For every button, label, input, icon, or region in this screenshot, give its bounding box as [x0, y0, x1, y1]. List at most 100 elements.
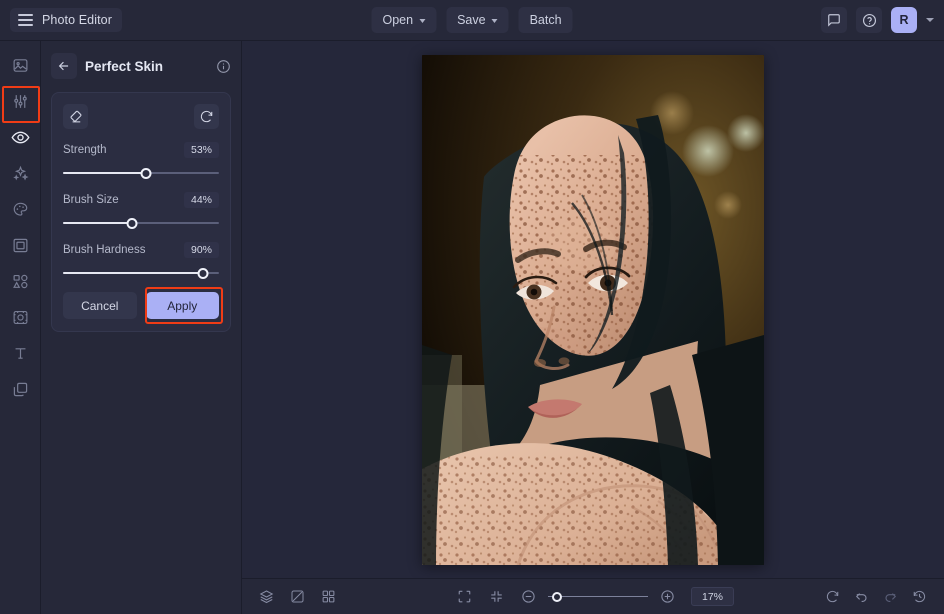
- brush-hardness-slider[interactable]: [63, 267, 219, 279]
- strength-slider-fill: [63, 172, 146, 174]
- feedback-button[interactable]: [821, 7, 847, 33]
- brush-hardness-control: Brush Hardness 90%: [63, 242, 219, 279]
- canvas-area: 17%: [242, 41, 944, 614]
- bottom-bar: 17%: [242, 578, 944, 614]
- zoom-slider[interactable]: [548, 591, 648, 603]
- strength-slider[interactable]: [63, 167, 219, 179]
- save-label: Save: [457, 13, 486, 27]
- account-chevron-down-icon[interactable]: [926, 18, 934, 22]
- grid-view-icon: [321, 589, 336, 604]
- strength-value: 53%: [184, 142, 219, 158]
- info-button[interactable]: [216, 59, 231, 74]
- app-menu-button[interactable]: Photo Editor: [10, 8, 122, 32]
- grid-view-button[interactable]: [316, 584, 341, 609]
- history-icon: [912, 589, 927, 604]
- hamburger-icon: [18, 14, 33, 26]
- fit-screen-icon: [457, 589, 472, 604]
- brush-size-slider-fill: [63, 222, 132, 224]
- actual-size-icon: [489, 589, 504, 604]
- apply-button[interactable]: Apply: [146, 292, 220, 319]
- reset-button[interactable]: [194, 104, 219, 129]
- sidebar-item-shapes[interactable]: [5, 266, 35, 296]
- top-right-actions: R: [821, 7, 934, 33]
- zoom-slider-knob[interactable]: [552, 592, 562, 602]
- avatar[interactable]: R: [891, 7, 917, 33]
- sidebar-item-overlay[interactable]: [5, 302, 35, 332]
- sidebar-item-layers[interactable]: [5, 374, 35, 404]
- eraser-icon: [68, 109, 83, 124]
- edited-photo[interactable]: [422, 55, 764, 565]
- eye-icon: [11, 128, 30, 147]
- text-icon: [12, 345, 29, 362]
- panel-actions: Cancel Apply: [63, 292, 219, 319]
- panel-header: Perfect Skin: [51, 51, 231, 81]
- image-canvas[interactable]: [242, 41, 944, 578]
- sidebar-item-image[interactable]: [5, 50, 35, 80]
- sparkles-icon: [12, 165, 29, 182]
- brush-size-slider[interactable]: [63, 217, 219, 229]
- sidebar-item-effects[interactable]: [5, 158, 35, 188]
- zoom-in-button[interactable]: [655, 584, 680, 609]
- overlay-icon: [12, 309, 29, 326]
- redo-icon: [883, 589, 898, 604]
- save-button[interactable]: Save: [446, 7, 509, 33]
- avatar-initial: R: [899, 13, 908, 27]
- zoom-out-icon: [521, 589, 536, 604]
- card-tool-row: [63, 104, 219, 129]
- actual-size-button[interactable]: [484, 584, 509, 609]
- arrow-left-icon: [57, 59, 71, 73]
- sidebar-item-adjust[interactable]: [5, 86, 35, 116]
- eraser-button[interactable]: [63, 104, 88, 129]
- brush-hardness-label: Brush Hardness: [63, 244, 145, 256]
- sidebar-item-text[interactable]: [5, 338, 35, 368]
- cancel-button[interactable]: Cancel: [63, 292, 137, 319]
- page-title: Perfect Skin: [85, 59, 208, 74]
- back-button[interactable]: [51, 53, 77, 79]
- tool-panel: Perfect Skin: [41, 41, 242, 614]
- bottom-left-tools: [254, 584, 341, 609]
- history-button[interactable]: [907, 584, 932, 609]
- zoom-slider-track: [548, 596, 648, 598]
- frame-icon: [12, 237, 29, 254]
- reset-view-icon: [825, 589, 840, 604]
- brush-size-label: Brush Size: [63, 194, 119, 206]
- layers-icon: [12, 381, 29, 398]
- zoom-out-button[interactable]: [516, 584, 541, 609]
- brush-hardness-slider-knob[interactable]: [198, 268, 209, 279]
- open-button[interactable]: Open: [371, 7, 436, 33]
- compare-split-icon: [290, 589, 305, 604]
- layers-stack-button[interactable]: [254, 584, 279, 609]
- undo-icon: [854, 589, 869, 604]
- top-bar: Photo Editor Open Save Batch: [0, 0, 944, 41]
- tool-rail: [0, 41, 41, 614]
- compare-button[interactable]: [285, 584, 310, 609]
- sidebar-item-color[interactable]: [5, 194, 35, 224]
- strength-label: Strength: [63, 144, 106, 156]
- brush-size-control: Brush Size 44%: [63, 192, 219, 229]
- zoom-controls: 17%: [452, 584, 734, 609]
- chevron-down-icon: [419, 19, 425, 23]
- sidebar-item-frame[interactable]: [5, 230, 35, 260]
- strength-slider-knob[interactable]: [140, 168, 151, 179]
- redo-button[interactable]: [878, 584, 903, 609]
- brush-hardness-value: 90%: [184, 242, 219, 258]
- info-icon: [216, 59, 231, 74]
- top-center-actions: Open Save Batch: [371, 7, 572, 33]
- help-button[interactable]: [856, 7, 882, 33]
- open-label: Open: [382, 13, 413, 27]
- brush-size-slider-knob[interactable]: [126, 218, 137, 229]
- help-icon: [862, 13, 877, 28]
- zoom-level-value[interactable]: 17%: [691, 587, 734, 606]
- chevron-down-icon: [492, 19, 498, 23]
- app-root: Photo Editor Open Save Batch: [0, 0, 944, 614]
- reset-icon: [199, 109, 214, 124]
- sidebar-item-retouch[interactable]: [5, 122, 35, 152]
- image-icon: [12, 57, 29, 74]
- bottom-right-tools: [820, 584, 932, 609]
- batch-label: Batch: [530, 13, 562, 27]
- undo-button[interactable]: [849, 584, 874, 609]
- fit-screen-button[interactable]: [452, 584, 477, 609]
- shapes-icon: [12, 273, 29, 290]
- reset-view-button[interactable]: [820, 584, 845, 609]
- batch-button[interactable]: Batch: [519, 7, 573, 33]
